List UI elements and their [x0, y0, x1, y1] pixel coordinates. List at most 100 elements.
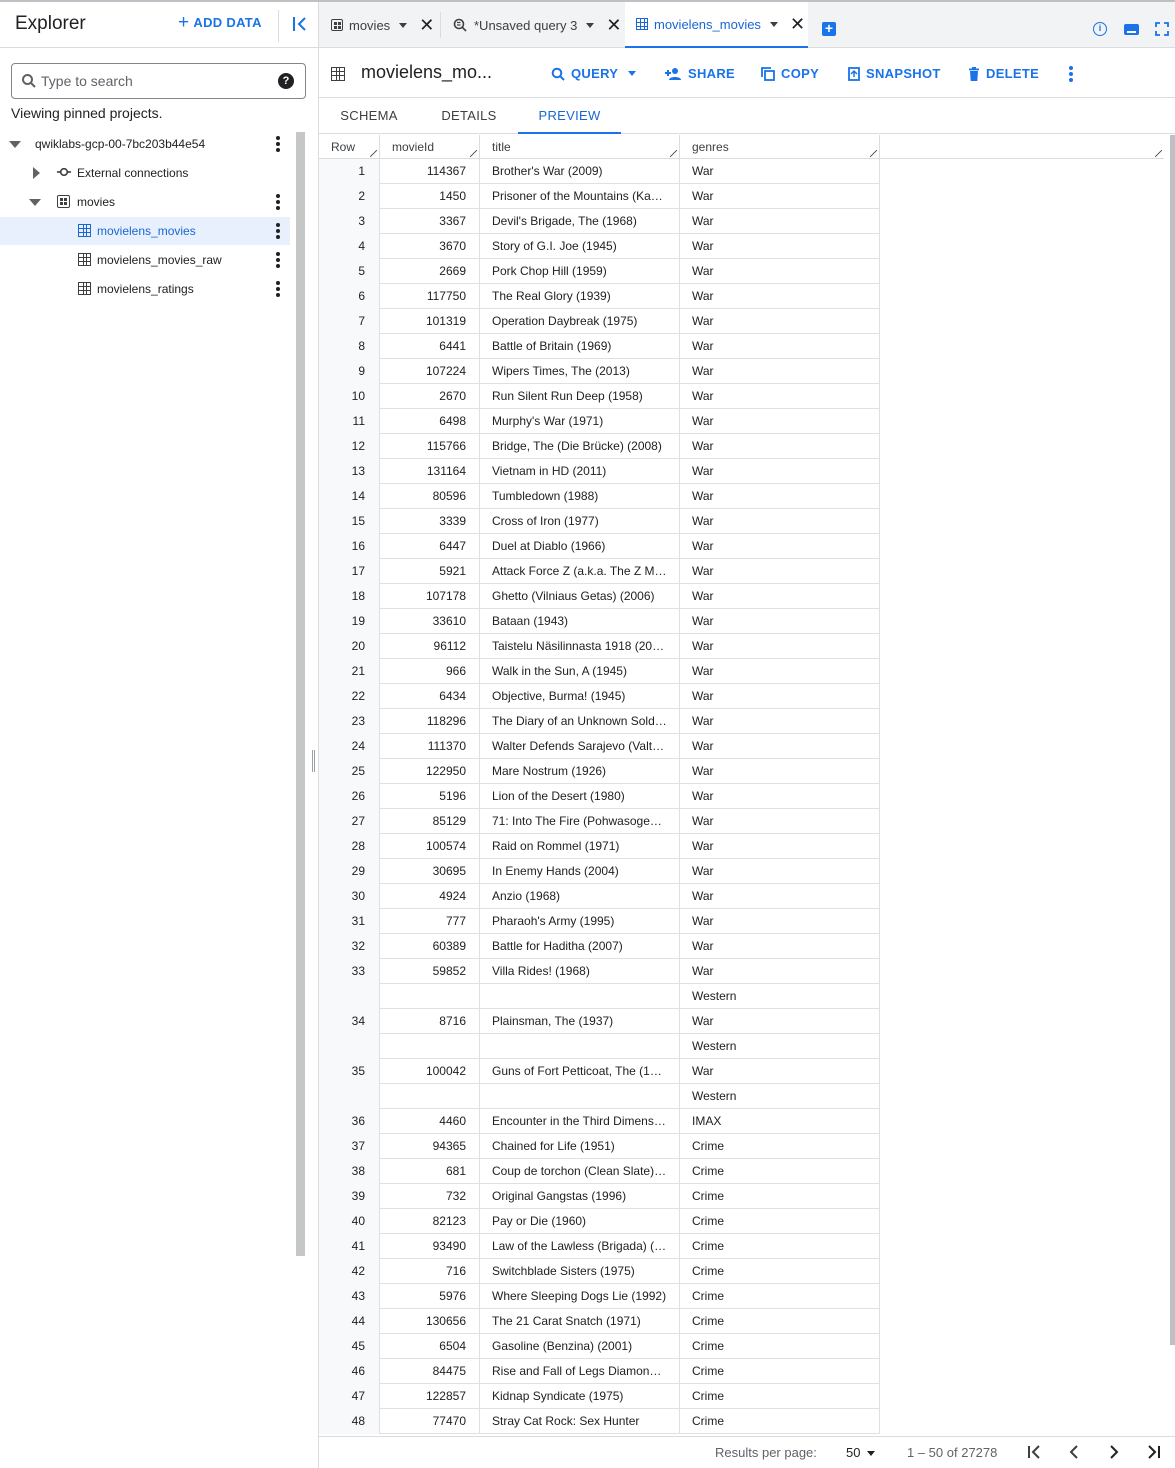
movieid-cell[interactable]: 77470: [380, 1409, 480, 1434]
genres-cell[interactable]: War: [680, 759, 880, 784]
tree-table-movielens-movies-raw[interactable]: movielens_movies_raw: [0, 246, 290, 274]
more-vert-icon[interactable]: [274, 223, 282, 239]
tree-project[interactable]: qwiklabs-gcp-00-7bc203b44e54: [0, 130, 290, 158]
genres-cell[interactable]: War: [680, 709, 880, 734]
genres-cell[interactable]: Crime: [680, 1384, 880, 1409]
movieid-cell[interactable]: 2669: [380, 259, 480, 284]
genres-cell[interactable]: War: [680, 509, 880, 534]
genres-cell[interactable]: War: [680, 884, 880, 909]
title-cell[interactable]: Mare Nostrum (1926): [480, 759, 680, 784]
genres-cell[interactable]: War: [680, 334, 880, 359]
genres-cell[interactable]: War: [680, 434, 880, 459]
new-tab-icon[interactable]: +: [822, 21, 836, 36]
movieid-cell[interactable]: 122950: [380, 759, 480, 784]
genres-cell[interactable]: Crime: [680, 1234, 880, 1259]
title-cell[interactable]: The Diary of an Unknown Soldier (1959): [480, 709, 680, 734]
movieid-cell[interactable]: 107178: [380, 584, 480, 609]
genres-cell[interactable]: War: [680, 634, 880, 659]
movieid-cell[interactable]: 8716: [380, 1009, 480, 1034]
title-cell[interactable]: Walter Defends Sarajevo (Valter brani Sa…: [480, 734, 680, 759]
first-page-icon[interactable]: [1025, 1443, 1043, 1461]
movieid-cell[interactable]: 1450: [380, 184, 480, 209]
movieid-cell[interactable]: 94365: [380, 1134, 480, 1159]
genres-cell[interactable]: Crime: [680, 1259, 880, 1284]
title-cell[interactable]: The Real Glory (1939): [480, 284, 680, 309]
genres-cell[interactable]: Crime: [680, 1284, 880, 1309]
movieid-cell[interactable]: 111370: [380, 734, 480, 759]
genres-cell[interactable]: War: [680, 484, 880, 509]
genres-cell[interactable]: War: [680, 459, 880, 484]
genres-cell[interactable]: War: [680, 934, 880, 959]
title-cell[interactable]: The 21 Carat Snatch (1971): [480, 1309, 680, 1334]
title-cell[interactable]: Pay or Die (1960): [480, 1209, 680, 1234]
genres-cell[interactable]: War: [680, 1059, 880, 1084]
more-vert-icon[interactable]: [274, 136, 282, 152]
title-cell[interactable]: Where Sleeping Dogs Lie (1992): [480, 1284, 680, 1309]
movieid-cell[interactable]: 107224: [380, 359, 480, 384]
movieid-cell[interactable]: 5921: [380, 559, 480, 584]
close-icon[interactable]: ✕: [606, 16, 621, 34]
title-cell[interactable]: Plainsman, The (1937): [480, 1009, 680, 1034]
collapse-arrow-icon[interactable]: [33, 167, 40, 179]
movieid-cell[interactable]: 6441: [380, 334, 480, 359]
genres-cell[interactable]: Crime: [680, 1309, 880, 1334]
title-cell[interactable]: Coup de torchon (Clean Slate) (1981): [480, 1159, 680, 1184]
title-cell[interactable]: Taistelu Näsilinnasta 1918 (2012): [480, 634, 680, 659]
title-cell[interactable]: Kidnap Syndicate (1975): [480, 1384, 680, 1409]
resize-handle-icon[interactable]: [1155, 150, 1162, 157]
title-cell[interactable]: [480, 984, 680, 1009]
genres-cell[interactable]: War: [680, 534, 880, 559]
next-page-icon[interactable]: [1105, 1443, 1123, 1461]
title-cell[interactable]: Objective, Burma! (1945): [480, 684, 680, 709]
title-cell[interactable]: Guns of Fort Petticoat, The (1957): [480, 1059, 680, 1084]
tab-movielens-movies[interactable]: movielens_movies ✕: [625, 2, 808, 48]
movieid-cell[interactable]: 681: [380, 1159, 480, 1184]
movieid-cell[interactable]: 60389: [380, 934, 480, 959]
genres-cell[interactable]: Crime: [680, 1159, 880, 1184]
movieid-cell[interactable]: 85129: [380, 809, 480, 834]
genres-cell[interactable]: War: [680, 409, 880, 434]
title-cell[interactable]: Switchblade Sisters (1975): [480, 1259, 680, 1284]
genres-cell[interactable]: IMAX: [680, 1109, 880, 1134]
genres-cell[interactable]: War: [680, 159, 880, 184]
genres-cell[interactable]: War: [680, 259, 880, 284]
movieid-cell[interactable]: 114367: [380, 159, 480, 184]
title-cell[interactable]: Rise and Fall of Legs Diamond, The (1960…: [480, 1359, 680, 1384]
title-cell[interactable]: Operation Daybreak (1975): [480, 309, 680, 334]
genres-cell[interactable]: Western: [680, 1034, 880, 1059]
expand-arrow-icon[interactable]: [29, 199, 41, 206]
title-cell[interactable]: Story of G.I. Joe (1945): [480, 234, 680, 259]
snapshot-button[interactable]: SNAPSHOT: [848, 66, 941, 81]
title-cell[interactable]: Pharaoh's Army (1995): [480, 909, 680, 934]
panel-resize-handle[interactable]: [312, 750, 315, 772]
movieid-cell[interactable]: 82123: [380, 1209, 480, 1234]
title-cell[interactable]: Pork Chop Hill (1959): [480, 259, 680, 284]
column-header-genres[interactable]: genres: [680, 135, 880, 159]
title-cell[interactable]: Murphy's War (1971): [480, 409, 680, 434]
close-icon[interactable]: ✕: [419, 16, 434, 34]
title-cell[interactable]: Gasoline (Benzina) (2001): [480, 1334, 680, 1359]
title-cell[interactable]: Bataan (1943): [480, 609, 680, 634]
delete-button[interactable]: DELETE: [968, 66, 1039, 81]
resize-handle-icon[interactable]: [670, 150, 677, 157]
movieid-cell[interactable]: [380, 1084, 480, 1109]
movieid-cell[interactable]: 6498: [380, 409, 480, 434]
genres-cell[interactable]: War: [680, 859, 880, 884]
grid-scrollbar[interactable]: [1170, 135, 1175, 1345]
movieid-cell[interactable]: 100042: [380, 1059, 480, 1084]
tree-table-movielens-movies[interactable]: movielens_movies: [0, 217, 290, 245]
title-cell[interactable]: Vietnam in HD (2011): [480, 459, 680, 484]
more-vert-icon[interactable]: [274, 194, 282, 210]
movieid-cell[interactable]: 2670: [380, 384, 480, 409]
title-cell[interactable]: Run Silent Run Deep (1958): [480, 384, 680, 409]
genres-cell[interactable]: Crime: [680, 1134, 880, 1159]
genres-cell[interactable]: Crime: [680, 1334, 880, 1359]
title-cell[interactable]: Stray Cat Rock: Sex Hunter: [480, 1409, 680, 1434]
movieid-cell[interactable]: 3339: [380, 509, 480, 534]
previous-page-icon[interactable]: [1065, 1443, 1083, 1461]
movieid-cell[interactable]: 6447: [380, 534, 480, 559]
chevron-down-icon[interactable]: [586, 23, 595, 28]
movieid-cell[interactable]: 101319: [380, 309, 480, 334]
expand-arrow-icon[interactable]: [9, 141, 21, 148]
tree-dataset-movies[interactable]: movies: [0, 188, 290, 216]
